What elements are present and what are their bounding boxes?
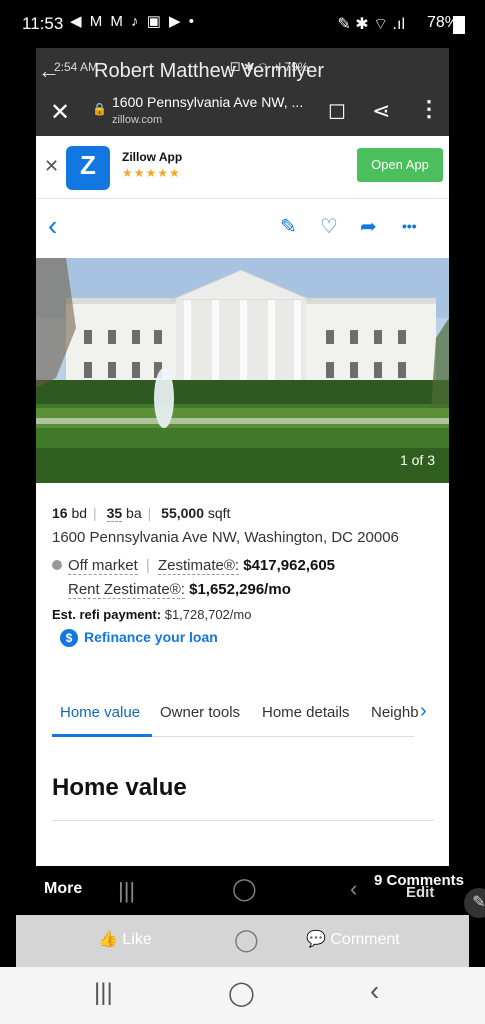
listing-photo[interactable]: 1 of 3 (36, 258, 449, 483)
tab-owner-tools[interactable]: Owner tools (160, 704, 240, 721)
listing-address: 1600 Pennsylvania Ave NW, Washington, DC… (52, 529, 399, 546)
sqft-value: 55,000 (161, 505, 204, 521)
like-label: Like (122, 931, 152, 948)
close-banner-icon[interactable]: ✕ (44, 156, 59, 177)
section-divider (52, 820, 434, 821)
tab-home-details[interactable]: Home details (262, 704, 350, 721)
status-dot-icon (52, 560, 62, 570)
refinance-label: Refinance your loan (84, 629, 218, 645)
thumbs-up-icon: 👍 (98, 931, 118, 948)
market-status[interactable]: Off market (68, 557, 138, 575)
listing-details: 16 bd | 35 ba | 55,000 sqft 1600 Pennsylva… (36, 483, 449, 803)
house-image (36, 258, 449, 483)
dollar-icon: $ (60, 629, 78, 647)
edit-icon[interactable]: ✎ (280, 214, 297, 239)
bookmark-icon[interactable]: ☐ (328, 100, 346, 125)
refi-label: Est. refi payment: (52, 607, 162, 622)
app-banner: ✕ Z Zillow App ★★★★★ Open App (36, 136, 449, 199)
sqft-unit: sqft (207, 505, 231, 521)
comment-label: Comment (330, 931, 400, 948)
share-arrow-icon[interactable]: ➦ (360, 214, 377, 239)
edit-pencil-icon[interactable]: ✎ (464, 888, 485, 918)
back-arrow-icon[interactable]: ← (38, 58, 60, 84)
inner-recents-icon: ||| (118, 878, 136, 903)
clock: 11:53 (22, 14, 64, 33)
rating-stars: ★★★★★ (122, 166, 181, 180)
page-title[interactable]: 1600 Pennsylvania Ave NW, ... (112, 94, 303, 110)
active-tab-indicator (52, 734, 152, 737)
tab-home-value[interactable]: Home value (60, 704, 140, 721)
overflow-menu-icon[interactable]: ⋮ (418, 96, 440, 122)
rent-zestimate-row: Rent Zestimate®: $1,652,296/mo (68, 581, 291, 599)
recents-icon[interactable]: ||| (94, 979, 113, 1007)
browser-toolbar: ✕ 🔒 1600 Pennsylvania Ave NW, ... zillow… (36, 90, 449, 136)
inner-back-icon: ‹ (350, 876, 358, 901)
home-facts: 16 bd | 35 ba | 55,000 sqft (52, 505, 231, 522)
refi-row: Est. refi payment: $1,728,702/mo (52, 607, 251, 622)
lock-icon: 🔒 (92, 102, 107, 116)
open-app-button[interactable]: Open App (357, 148, 443, 182)
system-nav-bar: ||| ◯ ‹ (0, 967, 485, 1024)
reaction-bar: 👍 Like ◯ 💬 Comment (16, 915, 469, 967)
status-bar: 11:53 ◀ M M ♪ ▣ ▶ • ✎ ✱ ⌔ .ıl 78% (0, 0, 485, 48)
battery-icon (453, 16, 465, 34)
section-tabs: Home value Owner tools Home details Neig… (36, 696, 449, 744)
baths-value: 35 (106, 505, 123, 522)
overlay-home-icon: ◯ (234, 927, 259, 952)
comment-button[interactable]: 💬 Comment (306, 929, 400, 949)
section-title: Home value (52, 774, 187, 801)
photo-counter: 1 of 3 (399, 452, 435, 468)
beds-unit: bd (71, 505, 88, 521)
back-icon[interactable]: ‹ (370, 975, 379, 1007)
home-icon[interactable]: ◯ (228, 979, 255, 1008)
more-icon[interactable]: ••• (402, 218, 417, 234)
app-name: Zillow App (122, 150, 183, 164)
page-host: zillow.com (112, 114, 163, 126)
post-header: ← Robert Matthew Vermilyer (36, 54, 449, 90)
shared-screenshot[interactable]: 2:54 AM ⚀ ✱ ⌔ .ıl 79% ← Robert Matthew V… (36, 48, 449, 866)
tab-neighborhood[interactable]: Neighb (371, 704, 421, 721)
beds-value: 16 (52, 505, 68, 521)
share-icon[interactable]: ⋖ (372, 98, 390, 124)
refi-value: $1,728,702/mo (164, 607, 252, 622)
zestimate-value: $417,962,605 (243, 557, 336, 574)
zestimate-label[interactable]: Zestimate®: (158, 557, 240, 575)
rent-zestimate-label[interactable]: Rent Zestimate®: (68, 581, 185, 599)
like-button[interactable]: 👍 Like (98, 929, 152, 949)
speech-bubble-icon: 💬 (306, 931, 326, 948)
more-button[interactable]: More (44, 880, 82, 898)
signal-icons: ✎ ✱ ⌔ .ıl (337, 16, 405, 33)
baths-unit: ba (126, 505, 142, 521)
post-author[interactable]: Robert Matthew Vermilyer (94, 60, 324, 83)
zillow-logo-icon: Z (66, 146, 110, 190)
zillow-logo-glyph: Z (80, 150, 96, 180)
close-icon[interactable]: ✕ (50, 98, 70, 127)
refinance-link[interactable]: $ Refinance your loan (60, 629, 218, 647)
heart-icon[interactable]: ♡ (320, 214, 338, 239)
listing-toolbar: ‹ ✎ ♡ ➦ ••• (36, 198, 449, 258)
inner-home-icon: ◯ (232, 876, 257, 901)
notification-icons: ◀ M M ♪ ▣ ▶ • (70, 13, 196, 30)
back-chevron-icon[interactable]: ‹ (48, 210, 57, 242)
zestimate-row: Off market | Zestimate®: $417,962,605 (52, 557, 336, 575)
rent-zestimate-value: $1,652,296/mo (189, 581, 291, 598)
tabs-next-icon[interactable]: › (420, 700, 427, 723)
edit-label: Edit (406, 884, 435, 901)
